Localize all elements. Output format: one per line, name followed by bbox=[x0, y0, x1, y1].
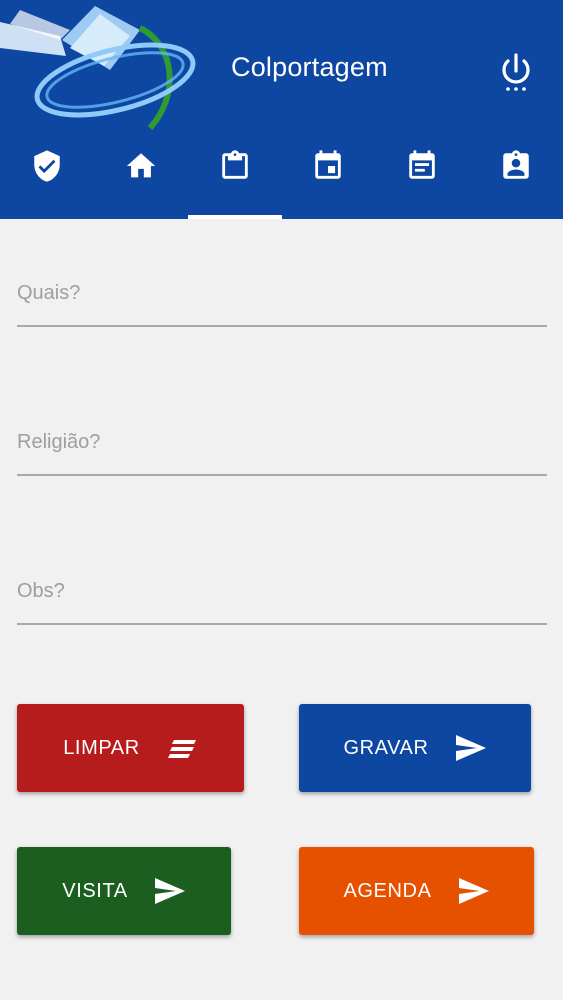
religiao-input[interactable] bbox=[17, 431, 547, 454]
limpar-label: LIMPAR bbox=[63, 736, 140, 759]
tab-calendar-event[interactable] bbox=[281, 140, 375, 219]
tab-clipboard[interactable] bbox=[188, 140, 282, 219]
send-icon bbox=[458, 878, 489, 904]
visita-button[interactable]: VISITA bbox=[17, 847, 231, 935]
religiao-field bbox=[17, 414, 547, 476]
book-globe-logo bbox=[0, 6, 196, 131]
clipboard-icon bbox=[221, 150, 248, 179]
badge-id-icon bbox=[503, 150, 529, 179]
gravar-label: GRAVAR bbox=[343, 736, 429, 759]
agenda-label: AGENDA bbox=[343, 879, 432, 902]
obs-field bbox=[17, 563, 547, 625]
gravar-button[interactable]: GRAVAR bbox=[299, 704, 531, 792]
power-icon[interactable] bbox=[498, 52, 534, 92]
home-icon bbox=[126, 153, 155, 178]
shield-check-icon bbox=[34, 150, 60, 182]
calendar-event-icon bbox=[315, 150, 342, 179]
visita-label: VISITA bbox=[62, 879, 128, 902]
tab-badge[interactable] bbox=[469, 140, 563, 219]
obs-input[interactable] bbox=[17, 580, 547, 603]
active-tab-indicator bbox=[188, 215, 282, 219]
calendar-note-icon bbox=[409, 150, 435, 179]
send-icon bbox=[154, 878, 185, 904]
quais-field bbox=[17, 265, 547, 327]
app-header: Colportagem bbox=[0, 0, 563, 219]
tab-calendar-note[interactable] bbox=[375, 140, 469, 219]
clear-lines-icon bbox=[167, 740, 196, 758]
send-icon bbox=[455, 735, 486, 761]
tab-shield[interactable] bbox=[0, 140, 94, 219]
limpar-button[interactable]: LIMPAR bbox=[17, 704, 244, 792]
agenda-button[interactable]: AGENDA bbox=[299, 847, 534, 935]
app-title: Colportagem bbox=[231, 52, 388, 82]
tab-home[interactable] bbox=[94, 140, 188, 219]
quais-input[interactable] bbox=[17, 282, 547, 305]
tab-bar bbox=[0, 140, 563, 219]
